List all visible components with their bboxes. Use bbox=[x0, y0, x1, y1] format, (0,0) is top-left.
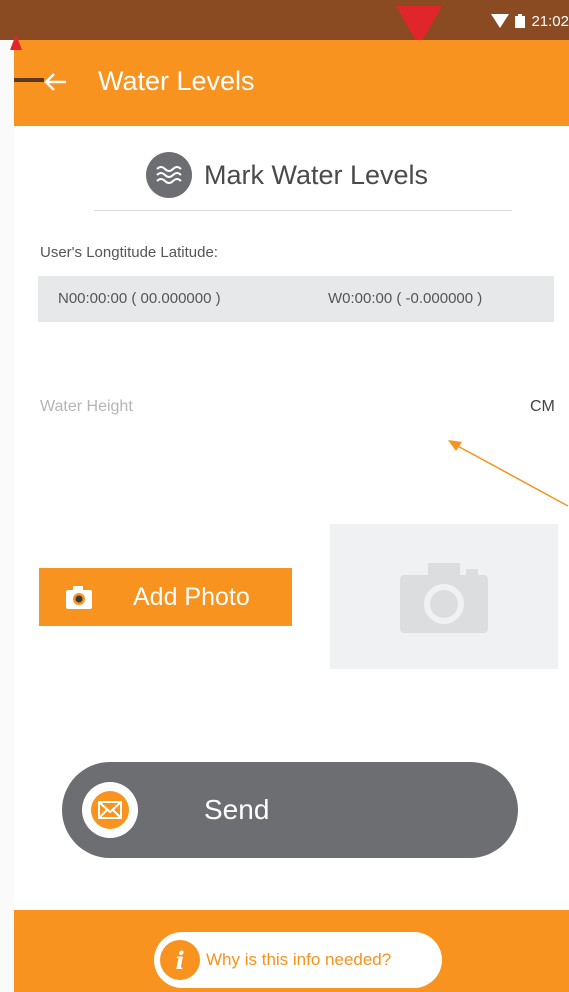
coordinates-label: User's Longtitude Latitude: bbox=[40, 244, 218, 261]
camera-icon bbox=[66, 586, 92, 609]
send-button[interactable]: Send bbox=[62, 762, 518, 858]
camera-icon bbox=[400, 562, 488, 633]
status-icons: 21:02 bbox=[491, 10, 569, 32]
divider bbox=[94, 210, 512, 211]
envelope-icon bbox=[82, 782, 138, 838]
arrow-left-icon[interactable] bbox=[34, 64, 74, 100]
left-edge-strip bbox=[0, 0, 14, 992]
wifi-icon bbox=[491, 14, 510, 28]
send-label: Send bbox=[204, 794, 270, 825]
photo-preview[interactable] bbox=[330, 524, 558, 669]
section-title: Mark Water Levels bbox=[204, 159, 429, 190]
info-needed-label: Why is this info needed? bbox=[206, 950, 392, 969]
coordinates-box: N00:00:00 ( 00.000000 ) W0:00:00 ( -0.00… bbox=[38, 276, 554, 322]
status-time: 21:02 bbox=[531, 12, 569, 30]
battery-icon bbox=[515, 14, 526, 28]
longitude-value: W0:00:00 ( -0.000000 ) bbox=[328, 290, 483, 307]
water-height-unit: CM bbox=[530, 398, 555, 415]
info-needed-button[interactable]: i Why is this info needed? bbox=[154, 932, 442, 988]
waves-icon bbox=[146, 152, 192, 198]
section-header: Mark Water Levels bbox=[146, 152, 428, 198]
info-icon: i bbox=[160, 940, 200, 980]
page-title: Water Levels bbox=[98, 66, 255, 96]
add-photo-label: Add Photo bbox=[133, 582, 250, 611]
annotation-arrow bbox=[448, 440, 569, 507]
status-bar: 21:02 bbox=[0, 0, 569, 46]
add-photo-button[interactable]: Add Photo bbox=[39, 568, 292, 626]
latitude-value: N00:00:00 ( 00.000000 ) bbox=[58, 290, 221, 307]
red-corner-marker bbox=[10, 34, 22, 50]
water-height-input[interactable] bbox=[38, 386, 522, 434]
